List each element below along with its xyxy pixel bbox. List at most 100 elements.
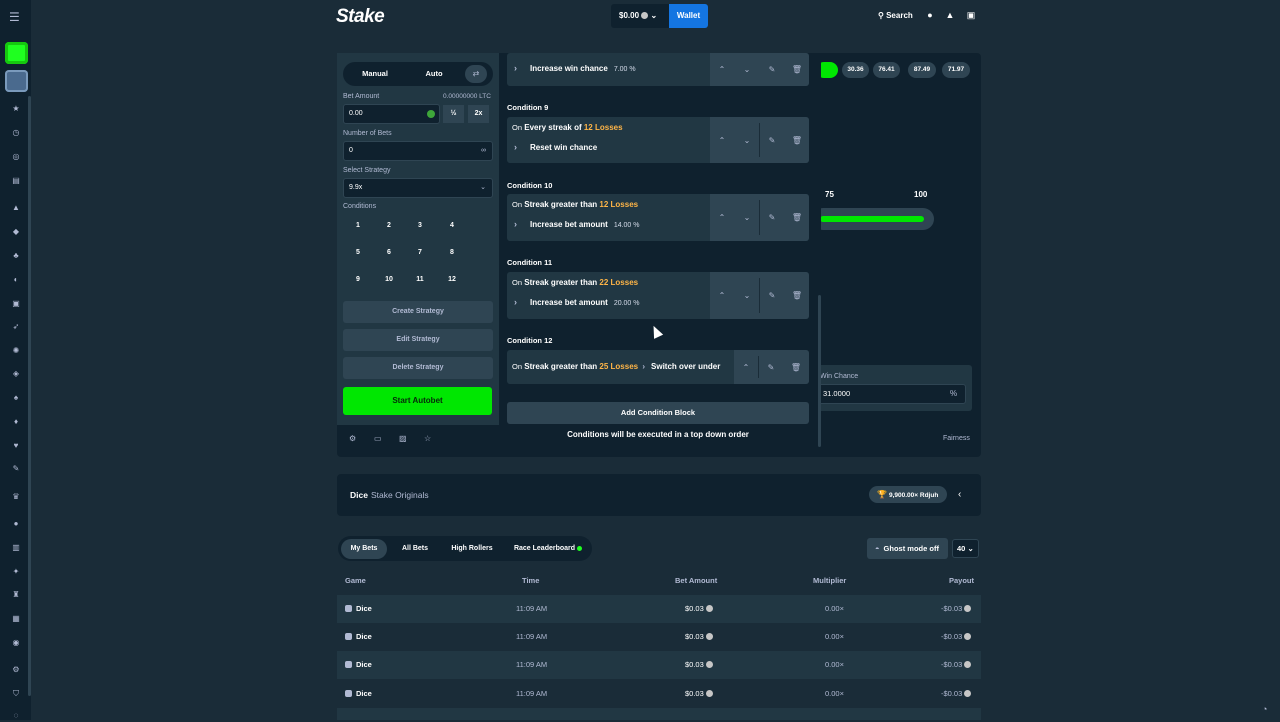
modal-scrollbar[interactable] [818, 295, 821, 447]
win-chance-input[interactable]: 31.0000 [818, 384, 966, 404]
edit-icon[interactable]: ✎ [760, 194, 784, 241]
profile-icon[interactable]: ● [10, 518, 22, 530]
delete-icon[interactable]: 🗑 [785, 272, 809, 319]
chevron-right-icon[interactable]: › [514, 63, 524, 73]
user-icon[interactable]: ● [925, 10, 935, 20]
settings-icon[interactable]: ⚙ [349, 434, 356, 443]
tab-all-bets[interactable]: All Bets [394, 541, 436, 557]
move-up-icon[interactable]: ⌃ [710, 117, 734, 163]
new-releases-icon[interactable]: ➶ [10, 321, 22, 333]
table-row[interactable]: Dice 11:09 AM $0.03 0.00× -$0.03 [337, 651, 981, 679]
fairness-link[interactable]: Fairness [943, 435, 970, 442]
casino-toggle-icon[interactable] [5, 42, 28, 64]
tab-auto[interactable]: Auto [405, 62, 463, 86]
balance-display[interactable]: $0.00 ⌄ [611, 4, 669, 28]
condition-number-button[interactable]: 5 [343, 242, 373, 264]
sponsorships-icon[interactable]: ✦ [10, 566, 22, 578]
condition-number-button[interactable]: 12 [437, 269, 467, 291]
add-condition-block-button[interactable]: Add Condition Block [507, 402, 809, 424]
game-shows-icon[interactable]: ◐ [10, 274, 22, 286]
table-row[interactable]: Dice 11:09 AM $0.03 0.00× -$0.03 [337, 680, 981, 708]
move-up-icon[interactable]: ⌃ [734, 350, 758, 384]
bets-icon[interactable]: ▤ [10, 175, 22, 187]
tab-race-leaderboard[interactable]: Race Leaderboard [508, 541, 588, 557]
move-down-icon[interactable]: ⌄ [735, 117, 759, 163]
edit-icon[interactable]: ✎ [760, 117, 784, 163]
forum-icon[interactable]: ◉ [10, 637, 22, 649]
sports-toggle-icon[interactable] [5, 70, 28, 92]
edit-icon[interactable]: ✎ [760, 272, 784, 319]
edit-strategy-button[interactable]: Edit Strategy [343, 329, 493, 351]
recent-icon[interactable]: ◷ [10, 127, 22, 139]
blackjack-icon[interactable]: ♦ [10, 416, 22, 428]
condition-number-button[interactable]: 1 [343, 215, 373, 237]
stats-icon[interactable]: ▨ [399, 434, 407, 443]
chevron-right-icon[interactable]: › [514, 142, 524, 152]
table-row[interactable]: Dice 11:09 AM $0.03 0.00× -$0.03 [337, 623, 981, 651]
chat-icon[interactable]: ▣ [966, 10, 976, 20]
blog-icon[interactable]: ▦ [10, 613, 22, 625]
stake-logo[interactable]: Stake [336, 6, 385, 28]
top-win-badge[interactable]: 🏆 9,900.00× Rdjuh [869, 486, 947, 503]
tab-my-bets[interactable]: My Bets [341, 539, 387, 559]
edit-icon[interactable]: ✎ [759, 350, 783, 384]
delete-icon[interactable]: 🗑 [785, 117, 809, 163]
half-button[interactable]: ½ [443, 105, 464, 123]
move-up-icon[interactable]: ⌃ [710, 194, 734, 241]
delete-icon[interactable]: 🗑 [785, 53, 809, 86]
trophy-icon[interactable]: ♜ [10, 589, 22, 601]
start-autobet-button[interactable]: Start Autobet [343, 387, 492, 415]
originals-icon[interactable]: ▲ [10, 202, 22, 214]
favourite-icon[interactable]: ☆ [424, 434, 431, 443]
search-button[interactable]: ⚲ Search [878, 11, 913, 20]
menu-icon[interactable]: ☰ [9, 10, 20, 24]
move-up-icon[interactable]: ⌃ [710, 53, 734, 86]
gift-icon[interactable]: ▥ [10, 542, 22, 554]
enhanced-rtp-icon[interactable]: ◈ [10, 368, 22, 380]
move-down-icon[interactable]: ⌄ [735, 194, 759, 241]
support-icon[interactable]: ◌ [10, 710, 22, 722]
promotions-icon[interactable]: ♛ [10, 491, 22, 503]
settings-icon[interactable]: ⚙ [10, 664, 22, 676]
strategy-select[interactable]: 9.9x ⌄ [343, 178, 493, 198]
condition-number-button[interactable]: 9 [343, 269, 373, 291]
bell-icon[interactable]: ▲ [945, 10, 955, 20]
bet-game[interactable]: Dice [345, 660, 372, 669]
condition-number-button[interactable]: 11 [405, 269, 435, 291]
condition-number-button[interactable]: 7 [405, 242, 435, 264]
bets-count-select[interactable]: 40 ⌄ [952, 539, 979, 558]
delete-strategy-button[interactable]: Delete Strategy [343, 357, 493, 379]
slots-icon[interactable]: ◆ [10, 226, 22, 238]
move-down-icon[interactable]: ⌄ [735, 272, 759, 319]
challenges-icon[interactable]: ◎ [10, 151, 22, 163]
chevron-right-icon[interactable]: › [642, 362, 645, 371]
tab-high-rollers[interactable]: High Rollers [443, 541, 501, 557]
game-provider[interactable]: Stake Originals [371, 490, 429, 500]
bet-amount-input[interactable]: 0.00 [343, 104, 440, 124]
move-down-icon[interactable]: ⌄ [735, 53, 759, 86]
bet-game[interactable]: Dice [345, 689, 372, 698]
theatre-mode-icon[interactable]: ▭ [374, 434, 382, 443]
condition-number-button[interactable]: 4 [437, 215, 467, 237]
roulette-icon[interactable]: ♥ [10, 440, 22, 452]
advanced-toggle-icon[interactable]: ⇄ [465, 65, 487, 83]
delete-icon[interactable]: 🗑 [785, 194, 809, 241]
live-casino-icon[interactable]: ♣ [10, 250, 22, 262]
wallet-button[interactable]: Wallet [669, 4, 708, 28]
star-icon[interactable]: ★ [10, 103, 22, 115]
ghost-mode-button[interactable]: ◓ Ghost mode off [867, 538, 948, 559]
condition-number-button[interactable]: 10 [374, 269, 404, 291]
condition-number-button[interactable]: 2 [374, 215, 404, 237]
table-row[interactable]: Dice 11:09 AM $0.03 0.00× -$0.03 [337, 595, 981, 623]
double-button[interactable]: 2x [468, 105, 489, 123]
chevron-right-icon[interactable]: › [514, 297, 524, 307]
burst-icon[interactable]: ✺ [10, 345, 22, 357]
bet-game[interactable]: Dice [345, 632, 372, 641]
condition-number-button[interactable]: 6 [374, 242, 404, 264]
publishers-icon[interactable]: ✎ [10, 463, 22, 475]
delete-icon[interactable]: 🗑 [784, 350, 808, 384]
move-up-icon[interactable]: ⌃ [710, 272, 734, 319]
sidebar-scrollbar[interactable] [28, 96, 31, 696]
shield-icon[interactable]: ⛉ [10, 688, 22, 700]
create-strategy-button[interactable]: Create Strategy [343, 301, 493, 323]
